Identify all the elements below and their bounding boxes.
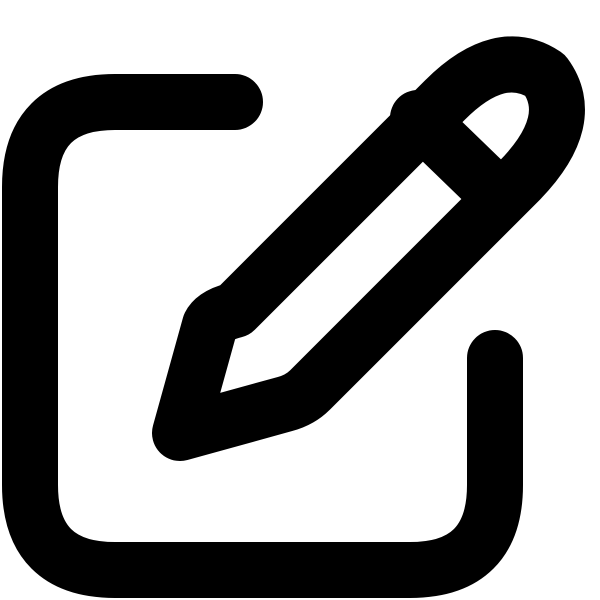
- document-frame-icon: [2, 74, 523, 598]
- edit-icon: [2, 36, 585, 598]
- edit-icon-canvas: [0, 0, 600, 600]
- edit-icon-strokes: [2, 36, 585, 598]
- pencil-band-icon: [390, 90, 510, 208]
